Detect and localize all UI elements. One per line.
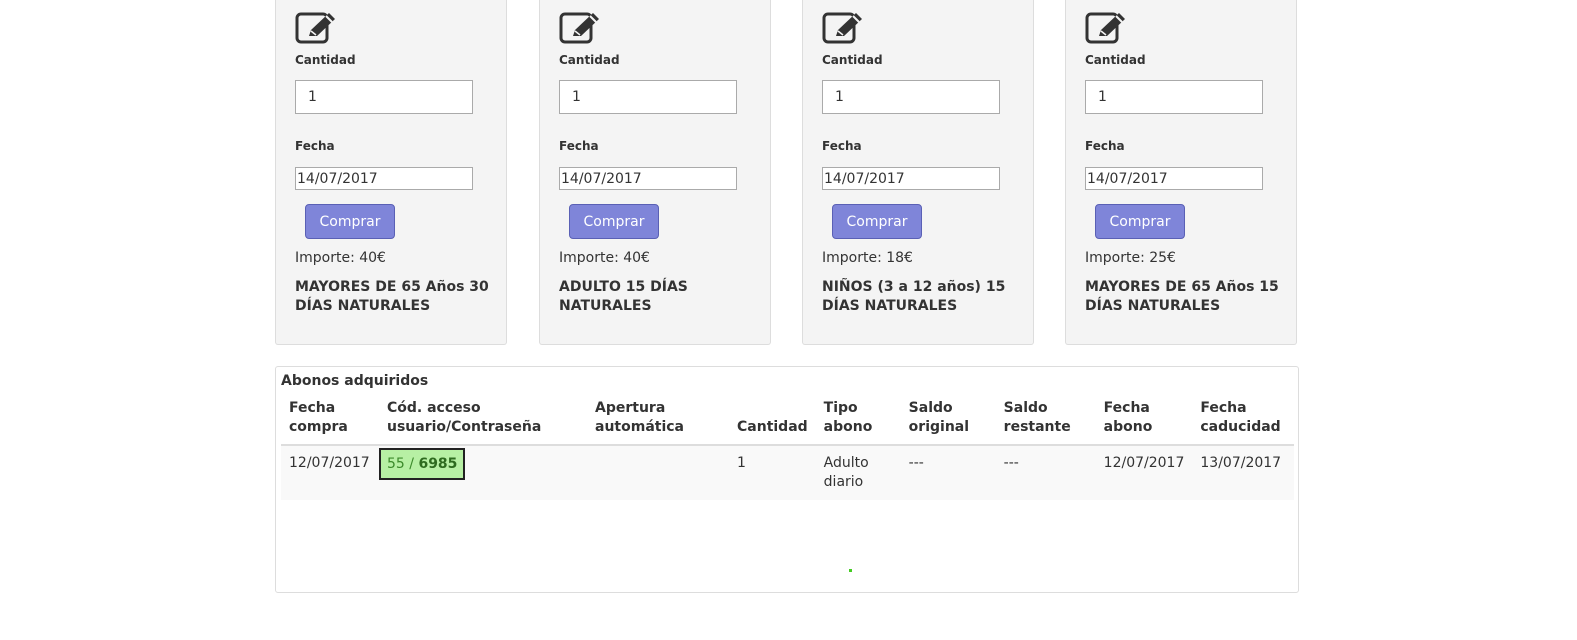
date-input[interactable] xyxy=(822,167,1000,190)
price-label: Importe: 40€ xyxy=(295,250,386,266)
panel-title: Abonos adquiridos xyxy=(281,373,429,389)
remaining-balance-cell: --- xyxy=(995,445,1096,500)
product-card: Cantidad Fecha Comprar Importe: 18€ NIÑO… xyxy=(802,0,1034,345)
buy-button[interactable]: Comprar xyxy=(832,204,922,239)
date-label: Fecha xyxy=(559,139,599,153)
edit-icon[interactable] xyxy=(1085,10,1129,46)
buy-button[interactable]: Comprar xyxy=(1095,204,1185,239)
edit-icon[interactable] xyxy=(822,10,866,46)
buy-button[interactable]: Comprar xyxy=(569,204,659,239)
table-row: 12/07/2017 55 / 6985 1 Adulto diario ---… xyxy=(281,445,1294,500)
column-header: Fecha abono xyxy=(1095,398,1193,446)
product-card: Cantidad Fecha Comprar Importe: 40€ MAYO… xyxy=(275,0,507,345)
quantity-input[interactable] xyxy=(559,80,737,114)
column-header: Cantidad xyxy=(729,398,816,446)
quantity-label: Cantidad xyxy=(295,53,356,67)
product-name: ADULTO 15 DÍAS NATURALES xyxy=(559,279,688,314)
price-label: Importe: 40€ xyxy=(559,250,650,266)
quantity-input[interactable] xyxy=(822,80,1000,114)
column-header: Fecha compra xyxy=(281,398,379,446)
product-card: Cantidad Fecha Comprar Importe: 40€ ADUL… xyxy=(539,0,771,345)
access-user: 55 xyxy=(387,456,405,472)
date-label: Fecha xyxy=(822,139,862,153)
quantity-label: Cantidad xyxy=(1085,53,1146,67)
product-name: MAYORES DE 65 Años 30 DÍAS NATURALES xyxy=(295,279,489,314)
column-header: Apertura automática xyxy=(587,398,729,446)
loading-dot xyxy=(849,569,852,572)
access-code-badge: 55 / 6985 xyxy=(379,448,466,480)
access-separator: / xyxy=(404,456,419,472)
quantity-cell: 1 xyxy=(729,445,816,500)
access-password: 6985 xyxy=(418,456,458,472)
pass-type-cell: Adulto diario xyxy=(815,445,901,500)
table-header-row: Fecha compra Cód. acceso usuario/Contras… xyxy=(281,398,1294,446)
column-header: Cód. acceso usuario/Contraseña xyxy=(379,398,587,446)
quantity-label: Cantidad xyxy=(822,53,883,67)
date-label: Fecha xyxy=(1085,139,1125,153)
original-balance-cell: --- xyxy=(900,445,996,500)
purchases-table: Fecha compra Cód. acceso usuario/Contras… xyxy=(281,398,1294,500)
date-label: Fecha xyxy=(295,139,335,153)
purchase-date-cell: 12/07/2017 xyxy=(281,445,379,500)
column-header: Fecha caducidad xyxy=(1192,398,1294,446)
price-label: Importe: 18€ xyxy=(822,250,913,266)
pass-date-cell: 12/07/2017 xyxy=(1095,445,1193,500)
column-header: Saldo restante xyxy=(995,398,1096,446)
product-card: Cantidad Fecha Comprar Importe: 25€ MAYO… xyxy=(1065,0,1297,345)
edit-icon[interactable] xyxy=(559,10,603,46)
date-input[interactable] xyxy=(1085,167,1263,190)
quantity-input[interactable] xyxy=(295,80,473,114)
edit-icon[interactable] xyxy=(295,10,339,46)
date-input[interactable] xyxy=(295,167,473,190)
access-code-cell: 55 / 6985 xyxy=(379,445,587,500)
purchased-passes-panel: Abonos adquiridos Fecha compra Cód. acce… xyxy=(275,366,1299,593)
quantity-input[interactable] xyxy=(1085,80,1263,114)
quantity-label: Cantidad xyxy=(559,53,620,67)
expiry-date-cell: 13/07/2017 xyxy=(1192,445,1294,500)
column-header: Saldo original xyxy=(900,398,996,446)
product-name: NIÑOS (3 a 12 años) 15 DÍAS NATURALES xyxy=(822,279,1006,314)
date-input[interactable] xyxy=(559,167,737,190)
buy-button[interactable]: Comprar xyxy=(305,204,395,239)
column-header: Tipo abono xyxy=(815,398,901,446)
price-label: Importe: 25€ xyxy=(1085,250,1176,266)
auto-open-cell xyxy=(587,445,729,500)
product-name: MAYORES DE 65 Años 15 DÍAS NATURALES xyxy=(1085,279,1279,314)
